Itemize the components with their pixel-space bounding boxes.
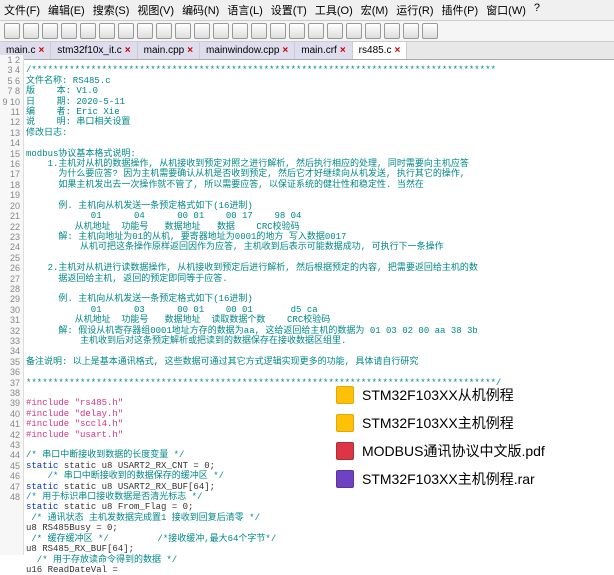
file-name: STM32F103XX从机例程 <box>362 385 514 405</box>
comment-line: 文件名称: RS485.c <box>26 76 111 86</box>
stop-icon[interactable] <box>422 23 438 39</box>
rar-icon <box>336 470 354 488</box>
comment-line: 日 期: 2020-5-11 <box>26 97 125 107</box>
menu-file[interactable]: 文件(F) <box>4 2 40 18</box>
zoom-in-icon[interactable] <box>251 23 267 39</box>
comment-line: /* 用于存放读命令得到的数据 */ <box>26 555 177 565</box>
fold-icon[interactable] <box>346 23 362 39</box>
include-line: #include "sccl4.h" <box>26 419 123 429</box>
file-panel: STM32F103XX从机例程 STM32F103XX主机例程 MODBUS通讯… <box>336 385 606 497</box>
keyword: static <box>26 461 58 471</box>
file-item[interactable]: STM32F103XX主机例程.rar <box>336 469 606 489</box>
comment-line: 编 者: Eric Xie <box>26 107 120 117</box>
keyword: static <box>26 502 58 512</box>
redo-icon[interactable] <box>194 23 210 39</box>
menu-help[interactable]: ? <box>534 2 540 18</box>
comment-line: /* 串口中断接收到数据的长度变量 */ <box>26 450 184 460</box>
comment-line: 01 04 00 01 00 17 98 04 <box>26 211 301 221</box>
comment-line: 据返回给主机, 返回的预定即同等于应答. <box>26 274 228 284</box>
new-icon[interactable] <box>4 23 20 39</box>
comment-line: 主机收到后对这条预定解析或把读到的数据保存在接收数据区组里. <box>26 336 346 346</box>
menu-search[interactable]: 搜索(S) <box>93 2 130 18</box>
include-line: #include "delay.h" <box>26 409 123 419</box>
chars-icon[interactable] <box>308 23 324 39</box>
code-line: static u8 USART2_RX_CNT = 0; <box>64 461 215 471</box>
keyword: static <box>26 482 58 492</box>
comment-line: 说 明: 串口相关设置 <box>26 117 130 127</box>
comment-line: 1.主机对从机的数据操作, 从机接收到预定对照之进行解析, 然后执行相应的处理,… <box>26 159 469 169</box>
file-name: STM32F103XX主机例程.rar <box>362 469 535 489</box>
file-item[interactable]: MODBUS通讯协议中文版.pdf <box>336 441 606 461</box>
comment-line: 版 本: V1.0 <box>26 86 98 96</box>
wrap-icon[interactable] <box>289 23 305 39</box>
menu-edit[interactable]: 编辑(E) <box>48 2 85 18</box>
menu-run[interactable]: 运行(R) <box>396 2 433 18</box>
cut-icon[interactable] <box>118 23 134 39</box>
indent-icon[interactable] <box>327 23 343 39</box>
menu-encoding[interactable]: 编码(N) <box>182 2 219 18</box>
menu-macro[interactable]: 宏(M) <box>361 2 389 18</box>
toolbar <box>0 21 614 42</box>
comment-line: /* 缓存缓冲区 */ /*接收缓冲,最大64个字节*/ <box>26 534 276 544</box>
save-icon[interactable] <box>42 23 58 39</box>
comment-line: 修改日志: <box>26 128 67 138</box>
code-line: u16 ReadDateVal = <box>26 565 123 575</box>
comment-line: /* 用于标识串口接收数据是否清光标志 */ <box>26 492 202 502</box>
undo-icon[interactable] <box>175 23 191 39</box>
folder-icon <box>336 386 354 404</box>
menu-plugin[interactable]: 插件(P) <box>442 2 479 18</box>
comment-line: 解: 假设从机寄存器组0001地址方存的数据为aa, 这给返回给主机的数据为 0… <box>26 326 478 336</box>
comment-line: 从机地址 功能号 数据地址 读取数据个数 CRC校验码 <box>26 315 330 325</box>
play-icon[interactable] <box>403 23 419 39</box>
comment-line: /* 通讯状态 主机发数据完成置1 接收到回复后清零 */ <box>26 513 260 523</box>
menu-bar: 文件(F) 编辑(E) 搜索(S) 视图(V) 编码(N) 语言(L) 设置(T… <box>0 0 614 21</box>
comment-line: 01 03 00 01 00 01 d5 ca <box>26 305 318 315</box>
code-line: static u8 USART2_RX_BUF[64]; <box>64 482 215 492</box>
file-name: STM32F103XX主机例程 <box>362 413 514 433</box>
find-icon[interactable] <box>213 23 229 39</box>
menu-language[interactable]: 语言(L) <box>227 2 262 18</box>
comment-line: 如果主机发出去一次操作就不管了, 所以需要应答, 以保证系统的健壮性和稳定性. … <box>26 180 424 190</box>
pdf-icon <box>336 442 354 460</box>
comment-line: 从机可把这条操作原样返回因作为应答, 主机收到后表示可能数据成功, 可执行下一条… <box>26 242 444 252</box>
include-line: #include "usart.h" <box>26 430 123 440</box>
file-item[interactable]: STM32F103XX从机例程 <box>336 385 606 405</box>
comment-line: 例. 主机向从机发送一条预定格式如下(16进制) <box>26 294 253 304</box>
folder-icon <box>336 414 354 432</box>
comment-line: modbus协议基本格式说明: <box>26 149 136 159</box>
comment-line: 备注说明: 以上是基本通讯格式, 这些数据可通过其它方式逻辑实现更多的功能, 具… <box>26 357 418 367</box>
include-line: #include "rs485.h" <box>26 398 123 408</box>
comment-line: /* 串口中断接收到的数据保存的缓冲区 */ <box>26 471 224 481</box>
comment-line: 解: 主机向地址为01的从机, 要寄器地址为0001的地方 写入数据0017 <box>26 232 346 242</box>
comment-line: 为什么要应答? 因为主机需要确认从机是否收到预定, 然后它才好继续向从机发送, … <box>26 169 465 179</box>
menu-view[interactable]: 视图(V) <box>137 2 174 18</box>
code-line: static u8 From_Flag = 0; <box>64 502 194 512</box>
comment-line: 从机地址 功能号 数据地址 数据 CRC校验码 <box>26 222 300 232</box>
file-item[interactable]: STM32F103XX主机例程 <box>336 413 606 433</box>
close-icon[interactable] <box>80 23 96 39</box>
menu-window[interactable]: 窗口(W) <box>486 2 526 18</box>
replace-icon[interactable] <box>232 23 248 39</box>
saveall-icon[interactable] <box>61 23 77 39</box>
print-icon[interactable] <box>99 23 115 39</box>
comment-line: 例. 主机向从机发送一条预定格式如下(16进制) <box>26 201 253 211</box>
zoom-out-icon[interactable] <box>270 23 286 39</box>
code-line: u8 RS485Busy = 0; <box>26 523 118 533</box>
line-gutter: 1 2 3 4 5 6 7 8 9 10 11 12 13 14 15 16 1… <box>0 55 24 555</box>
record-icon[interactable] <box>384 23 400 39</box>
menu-settings[interactable]: 设置(T) <box>271 2 307 18</box>
copy-icon[interactable] <box>137 23 153 39</box>
doc-icon[interactable] <box>365 23 381 39</box>
file-name: MODBUS通讯协议中文版.pdf <box>362 441 545 461</box>
paste-icon[interactable] <box>156 23 172 39</box>
menu-tools[interactable]: 工具(O) <box>315 2 353 18</box>
comment-line: 2.主机对从机进行读数据操作, 从机接收到预定后进行解析, 然后根据预定的内容,… <box>26 263 478 273</box>
open-icon[interactable] <box>23 23 39 39</box>
comment-header: /***************************************… <box>26 65 496 75</box>
code-line: u8 RS485_RX_BUF[64]; <box>26 544 134 554</box>
